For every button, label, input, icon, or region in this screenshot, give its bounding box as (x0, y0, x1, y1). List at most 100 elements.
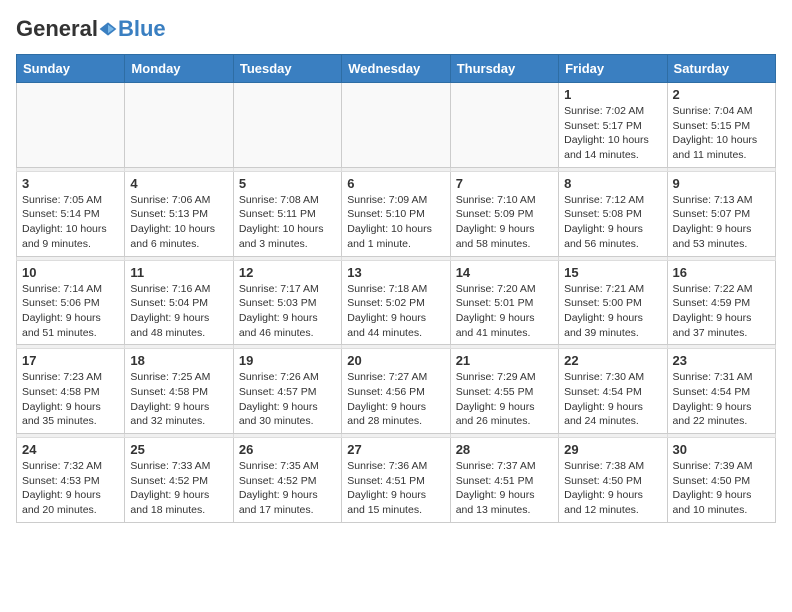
day-number: 4 (130, 176, 227, 191)
day-info: Sunrise: 7:26 AM Sunset: 4:57 PM Dayligh… (239, 370, 336, 429)
day-info: Sunrise: 7:33 AM Sunset: 4:52 PM Dayligh… (130, 459, 227, 518)
calendar-week-row-4: 17 Sunrise: 7:23 AM Sunset: 4:58 PM Dayli… (17, 349, 776, 434)
calendar-cell: 17 Sunrise: 7:23 AM Sunset: 4:58 PM Dayli… (17, 349, 125, 434)
calendar-cell: 7Sunrise: 7:10 AM Sunset: 5:09 PM Daylig… (450, 171, 558, 256)
day-number: 27 (347, 442, 444, 457)
calendar-header-thursday: Thursday (450, 55, 558, 83)
calendar-cell: 9Sunrise: 7:13 AM Sunset: 5:07 PM Daylig… (667, 171, 775, 256)
day-number: 1 (564, 87, 661, 102)
day-number: 5 (239, 176, 336, 191)
day-info: Sunrise: 7:04 AM Sunset: 5:15 PM Dayligh… (673, 104, 770, 163)
day-number: 24 (22, 442, 119, 457)
calendar-cell: 15Sunrise: 7:21 AM Sunset: 5:00 PM Dayli… (559, 260, 667, 345)
day-info: Sunrise: 7:32 AM Sunset: 4:53 PM Dayligh… (22, 459, 119, 518)
page: General Blue SundayMondayTuesdayWednesda… (0, 0, 792, 539)
day-info: Sunrise: 7:17 AM Sunset: 5:03 PM Dayligh… (239, 282, 336, 341)
day-info: Sunrise: 7:30 AM Sunset: 4:54 PM Dayligh… (564, 370, 661, 429)
day-number: 16 (673, 265, 770, 280)
day-number: 21 (456, 353, 553, 368)
day-number: 19 (239, 353, 336, 368)
calendar-header-tuesday: Tuesday (233, 55, 341, 83)
calendar-header-monday: Monday (125, 55, 233, 83)
day-info: Sunrise: 7:36 AM Sunset: 4:51 PM Dayligh… (347, 459, 444, 518)
calendar-cell (125, 83, 233, 168)
calendar-cell: 13Sunrise: 7:18 AM Sunset: 5:02 PM Dayli… (342, 260, 450, 345)
day-number: 17 (22, 353, 119, 368)
calendar-cell: 12 Sunrise: 7:17 AM Sunset: 5:03 PM Dayli… (233, 260, 341, 345)
calendar-week-row-3: 10Sunrise: 7:14 AM Sunset: 5:06 PM Dayli… (17, 260, 776, 345)
day-info: Sunrise: 7:20 AM Sunset: 5:01 PM Dayligh… (456, 282, 553, 341)
calendar-cell: 5 Sunrise: 7:08 AM Sunset: 5:11 PM Daylig… (233, 171, 341, 256)
calendar-week-row-5: 24 Sunrise: 7:32 AM Sunset: 4:53 PM Dayli… (17, 438, 776, 523)
day-info: Sunrise: 7:09 AM Sunset: 5:10 PM Dayligh… (347, 193, 444, 252)
day-info: Sunrise: 7:06 AM Sunset: 5:13 PM Dayligh… (130, 193, 227, 252)
calendar-cell (342, 83, 450, 168)
day-info: Sunrise: 7:08 AM Sunset: 5:11 PM Dayligh… (239, 193, 336, 252)
calendar-cell: 25Sunrise: 7:33 AM Sunset: 4:52 PM Dayli… (125, 438, 233, 523)
calendar-cell: 28 Sunrise: 7:37 AM Sunset: 4:51 PM Dayli… (450, 438, 558, 523)
day-info: Sunrise: 7:21 AM Sunset: 5:00 PM Dayligh… (564, 282, 661, 341)
day-info: Sunrise: 7:37 AM Sunset: 4:51 PM Dayligh… (456, 459, 553, 518)
day-info: Sunrise: 7:22 AM Sunset: 4:59 PM Dayligh… (673, 282, 770, 341)
calendar-cell: 19 Sunrise: 7:26 AM Sunset: 4:57 PM Dayli… (233, 349, 341, 434)
logo-blue-text: Blue (118, 16, 166, 42)
calendar-header-wednesday: Wednesday (342, 55, 450, 83)
day-number: 28 (456, 442, 553, 457)
logo-icon (99, 20, 117, 38)
day-number: 18 (130, 353, 227, 368)
day-number: 8 (564, 176, 661, 191)
calendar-cell: 16 Sunrise: 7:22 AM Sunset: 4:59 PM Dayli… (667, 260, 775, 345)
calendar-cell: 1 Sunrise: 7:02 AM Sunset: 5:17 PM Daylig… (559, 83, 667, 168)
calendar-cell (450, 83, 558, 168)
day-number: 2 (673, 87, 770, 102)
day-info: Sunrise: 7:38 AM Sunset: 4:50 PM Dayligh… (564, 459, 661, 518)
day-info: Sunrise: 7:29 AM Sunset: 4:55 PM Dayligh… (456, 370, 553, 429)
day-info: Sunrise: 7:25 AM Sunset: 4:58 PM Dayligh… (130, 370, 227, 429)
calendar-cell: 20 Sunrise: 7:27 AM Sunset: 4:56 PM Dayli… (342, 349, 450, 434)
calendar-cell: 21 Sunrise: 7:29 AM Sunset: 4:55 PM Dayli… (450, 349, 558, 434)
day-number: 11 (130, 265, 227, 280)
calendar: SundayMondayTuesdayWednesdayThursdayFrid… (16, 54, 776, 523)
day-info: Sunrise: 7:39 AM Sunset: 4:50 PM Dayligh… (673, 459, 770, 518)
calendar-cell: 3 Sunrise: 7:05 AM Sunset: 5:14 PM Daylig… (17, 171, 125, 256)
calendar-cell: 14 Sunrise: 7:20 AM Sunset: 5:01 PM Dayli… (450, 260, 558, 345)
day-info: Sunrise: 7:27 AM Sunset: 4:56 PM Dayligh… (347, 370, 444, 429)
day-number: 20 (347, 353, 444, 368)
calendar-cell: 2 Sunrise: 7:04 AM Sunset: 5:15 PM Daylig… (667, 83, 775, 168)
day-info: Sunrise: 7:12 AM Sunset: 5:08 PM Dayligh… (564, 193, 661, 252)
day-number: 23 (673, 353, 770, 368)
calendar-cell: 22 Sunrise: 7:30 AM Sunset: 4:54 PM Dayli… (559, 349, 667, 434)
calendar-cell: 10Sunrise: 7:14 AM Sunset: 5:06 PM Dayli… (17, 260, 125, 345)
day-number: 14 (456, 265, 553, 280)
day-number: 30 (673, 442, 770, 457)
calendar-header-saturday: Saturday (667, 55, 775, 83)
calendar-week-row-1: 1 Sunrise: 7:02 AM Sunset: 5:17 PM Daylig… (17, 83, 776, 168)
day-number: 26 (239, 442, 336, 457)
day-number: 13 (347, 265, 444, 280)
day-info: Sunrise: 7:05 AM Sunset: 5:14 PM Dayligh… (22, 193, 119, 252)
day-number: 29 (564, 442, 661, 457)
calendar-cell: 29 Sunrise: 7:38 AM Sunset: 4:50 PM Dayli… (559, 438, 667, 523)
day-info: Sunrise: 7:02 AM Sunset: 5:17 PM Dayligh… (564, 104, 661, 163)
calendar-cell (17, 83, 125, 168)
day-info: Sunrise: 7:35 AM Sunset: 4:52 PM Dayligh… (239, 459, 336, 518)
day-number: 6 (347, 176, 444, 191)
calendar-cell: 11Sunrise: 7:16 AM Sunset: 5:04 PM Dayli… (125, 260, 233, 345)
calendar-header-sunday: Sunday (17, 55, 125, 83)
calendar-header-row: SundayMondayTuesdayWednesdayThursdayFrid… (17, 55, 776, 83)
day-number: 10 (22, 265, 119, 280)
day-number: 12 (239, 265, 336, 280)
day-info: Sunrise: 7:31 AM Sunset: 4:54 PM Dayligh… (673, 370, 770, 429)
calendar-cell: 23 Sunrise: 7:31 AM Sunset: 4:54 PM Dayli… (667, 349, 775, 434)
calendar-cell: 18 Sunrise: 7:25 AM Sunset: 4:58 PM Dayli… (125, 349, 233, 434)
calendar-cell (233, 83, 341, 168)
calendar-cell: 27 Sunrise: 7:36 AM Sunset: 4:51 PM Dayli… (342, 438, 450, 523)
calendar-cell: 6 Sunrise: 7:09 AM Sunset: 5:10 PM Daylig… (342, 171, 450, 256)
day-number: 3 (22, 176, 119, 191)
day-number: 22 (564, 353, 661, 368)
calendar-cell: 26 Sunrise: 7:35 AM Sunset: 4:52 PM Dayli… (233, 438, 341, 523)
logo: General Blue (16, 16, 166, 42)
logo-general-text: General (16, 16, 98, 42)
day-info: Sunrise: 7:23 AM Sunset: 4:58 PM Dayligh… (22, 370, 119, 429)
calendar-cell: 30 Sunrise: 7:39 AM Sunset: 4:50 PM Dayli… (667, 438, 775, 523)
